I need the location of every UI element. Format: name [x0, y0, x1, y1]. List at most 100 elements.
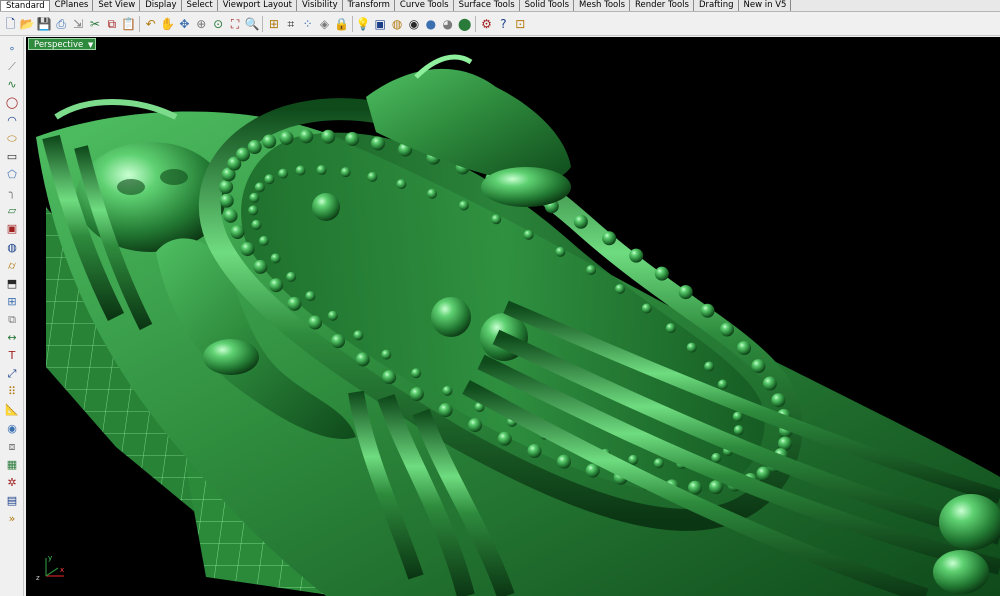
block-icon[interactable]: ▦ [0, 455, 24, 473]
lock-icon[interactable]: 🔒 [334, 15, 349, 33]
toolbar-separator [139, 15, 141, 32]
surface-icon[interactable]: ▱ [0, 202, 24, 220]
blue-sphere-icon[interactable]: ⬤ [457, 15, 472, 33]
move-view-icon[interactable]: ✥ [177, 15, 192, 33]
boolean-icon[interactable]: ⧉ [0, 310, 24, 328]
color-wheel-icon[interactable]: ◍ [390, 15, 405, 33]
tab-surface-tools[interactable]: Surface Tools [453, 0, 520, 11]
bead [247, 140, 262, 155]
object-properties-icon[interactable]: ▣ [373, 15, 388, 33]
render-preview-icon[interactable]: ◉ [406, 15, 421, 33]
four-viewports-icon[interactable]: ⊞ [266, 15, 281, 33]
help-icon[interactable]: ? [496, 15, 511, 33]
bead [353, 330, 364, 341]
perspective-viewport[interactable]: Perspective ▼ z x y [26, 37, 1000, 596]
bead [295, 165, 306, 176]
tab-new-in-v5[interactable]: New in V5 [738, 0, 792, 11]
gear-options-icon[interactable]: ⚙ [479, 15, 494, 33]
viewport-title-tab[interactable]: Perspective ▼ [28, 38, 97, 51]
tab-render-tools[interactable]: Render Tools [630, 0, 694, 11]
bead [262, 134, 277, 149]
grid-snap-icon[interactable]: ⊡ [513, 15, 528, 33]
text-icon[interactable]: T [0, 347, 24, 365]
point-icon[interactable]: ∘ [0, 39, 24, 57]
circle-icon[interactable]: ◯ [0, 93, 24, 111]
shaded-sphere-icon[interactable]: ● [423, 15, 438, 33]
bead [396, 179, 407, 190]
fillet-icon[interactable]: ╮ [0, 184, 24, 202]
extrude-icon[interactable]: ⬒ [0, 274, 24, 292]
more-arrow-icon[interactable]: » [0, 509, 24, 527]
paste-icon[interactable]: 📋 [121, 15, 136, 33]
new-file-icon[interactable]: 🗋 [3, 15, 18, 33]
bead [717, 379, 728, 390]
pan-hand-icon[interactable]: ✋ [160, 15, 175, 33]
bead [258, 235, 269, 246]
points-on-icon[interactable]: ⁘ [300, 15, 315, 33]
bead [340, 167, 351, 178]
tab-standard[interactable]: Standard [0, 0, 50, 11]
polyline-icon[interactable]: ⟋ [0, 57, 24, 75]
viewport-dropdown-icon[interactable]: ▼ [88, 39, 93, 51]
arc-icon[interactable]: ◠ [0, 111, 24, 129]
tab-cplanes[interactable]: CPlanes [49, 0, 94, 11]
tab-transform[interactable]: Transform [342, 0, 395, 11]
toolbar-separator [351, 15, 353, 32]
mesh-icon[interactable]: ⊞ [0, 292, 24, 310]
render-icon[interactable]: ◉ [0, 419, 24, 437]
model-render[interactable] [26, 37, 1000, 596]
open-file-icon[interactable]: 📂 [20, 15, 35, 33]
save-icon[interactable]: 💾 [37, 15, 52, 33]
bead [251, 219, 262, 230]
polygon-icon[interactable]: ⬠ [0, 166, 24, 184]
bead [641, 303, 652, 314]
world-axes-icon: z x y [36, 554, 64, 582]
transform-icon[interactable]: ⤢ [0, 365, 24, 383]
rectangle-icon[interactable]: ▭ [0, 148, 24, 166]
cut-icon[interactable]: ✂ [87, 15, 102, 33]
undo-icon[interactable]: ↶ [143, 15, 158, 33]
array-icon[interactable]: ⠿ [0, 383, 24, 401]
layout-icon[interactable]: ▤ [0, 491, 24, 509]
bead [427, 188, 438, 199]
explode-icon[interactable]: ✲ [0, 473, 24, 491]
tab-viewport-layout[interactable]: Viewport Layout [217, 0, 297, 11]
import-icon[interactable]: ⇲ [71, 15, 86, 33]
curve-icon[interactable]: ∿ [0, 75, 24, 93]
cylinder-icon[interactable]: ⌭ [0, 256, 24, 274]
copy-icon[interactable]: ⧉ [104, 15, 119, 33]
tab-solid-tools[interactable]: Solid Tools [519, 0, 574, 11]
box-icon[interactable]: ▣ [0, 220, 24, 238]
ellipse-icon[interactable]: ⬭ [0, 129, 24, 147]
bead [270, 253, 281, 264]
tab-display[interactable]: Display [140, 0, 182, 11]
rendered-sphere-icon[interactable]: ◕ [440, 15, 455, 33]
sphere-icon[interactable]: ◍ [0, 238, 24, 256]
cplane-icon[interactable]: ⌗ [283, 15, 298, 33]
dimension-icon[interactable]: ↔ [0, 329, 24, 347]
zoom-window-icon[interactable]: ⊕ [194, 15, 209, 33]
tab-drafting[interactable]: Drafting [693, 0, 739, 11]
layers-icon[interactable]: ◈ [317, 15, 332, 33]
analyze-icon[interactable]: 📐 [0, 401, 24, 419]
bead [653, 458, 664, 469]
tab-select[interactable]: Select [181, 0, 218, 11]
light-bulb-icon[interactable]: 💡 [356, 15, 371, 33]
print-icon[interactable]: ⎙ [54, 15, 69, 33]
bead [308, 315, 323, 330]
bead [629, 248, 644, 263]
bead [771, 393, 786, 408]
bead [468, 418, 483, 433]
bead [219, 179, 234, 194]
zoom-dynamic-icon[interactable]: ⊙ [211, 15, 226, 33]
tab-curve-tools[interactable]: Curve Tools [394, 0, 454, 11]
zoom-selected-icon[interactable]: 🔍 [244, 15, 259, 33]
tab-visibility[interactable]: Visibility [296, 0, 343, 11]
bead [732, 411, 743, 422]
tab-mesh-tools[interactable]: Mesh Tools [574, 0, 631, 11]
group-icon[interactable]: ⧈ [0, 437, 24, 455]
zoom-extents-icon[interactable]: ⛶ [228, 15, 243, 33]
tab-set-view[interactable]: Set View [93, 0, 141, 11]
bead [316, 165, 327, 176]
bead [240, 242, 255, 257]
